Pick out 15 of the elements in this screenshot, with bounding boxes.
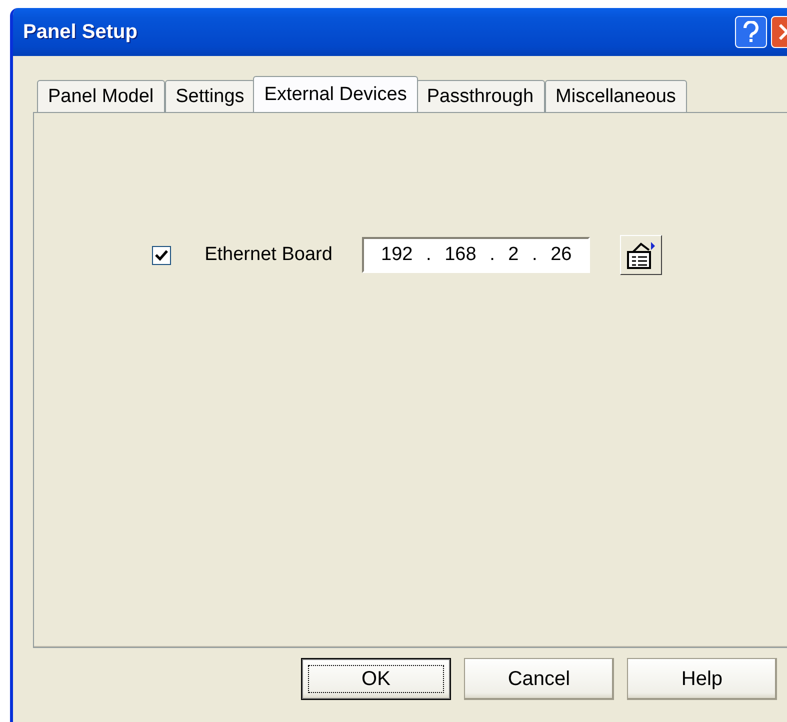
checkbox[interactable]: [152, 246, 171, 264]
checkbox-label: Ethernet Board: [204, 244, 332, 266]
help-icon[interactable]: [735, 16, 767, 48]
properties-button[interactable]: [620, 235, 662, 275]
dialog-button[interactable]: OK: [301, 658, 451, 700]
dialog-button[interactable]: Help: [627, 658, 777, 700]
tab[interactable]: Panel Model: [37, 80, 165, 112]
dialog-button[interactable]: Cancel: [464, 658, 614, 700]
tab[interactable]: Settings: [164, 80, 256, 112]
tab[interactable]: Miscellaneous: [544, 80, 687, 112]
tab[interactable]: Passthrough: [416, 80, 545, 112]
window-title: Panel Setup: [23, 20, 138, 44]
tab[interactable]: External Devices: [253, 76, 418, 112]
ip-address-field[interactable]: 192 . 168 . 2 . 26: [362, 237, 590, 273]
properties-icon: [625, 240, 658, 270]
